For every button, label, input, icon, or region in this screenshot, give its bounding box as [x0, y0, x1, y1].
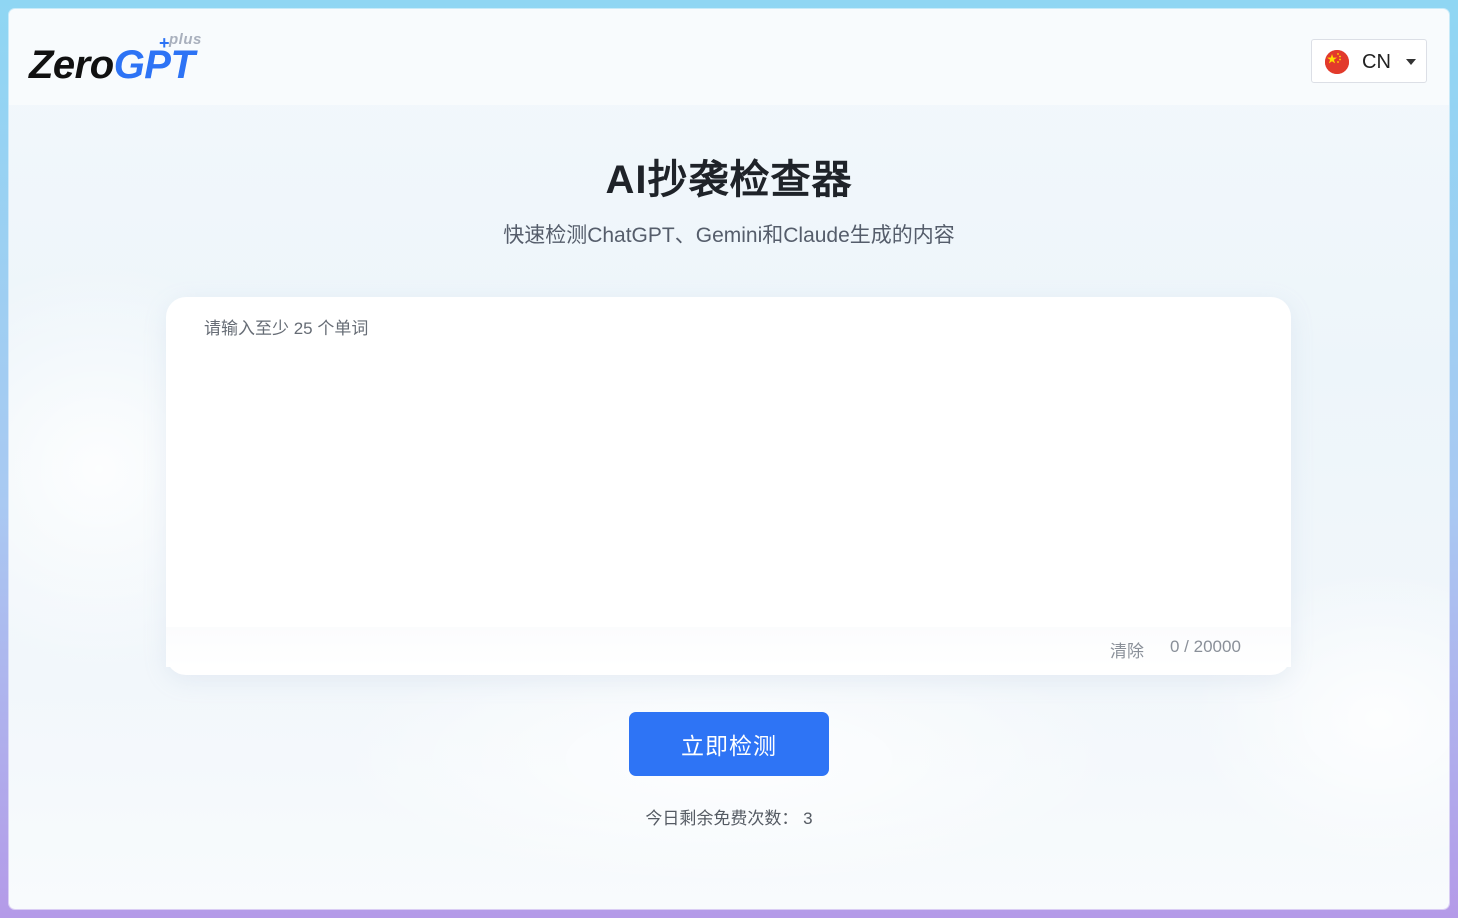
page-title: AI抄袭检查器 — [605, 158, 853, 202]
clear-button[interactable]: 清除 — [1110, 637, 1144, 662]
chevron-down-icon — [1406, 59, 1416, 65]
language-label: CN — [1362, 51, 1391, 73]
logo-zero-text: Zero — [29, 43, 114, 87]
detect-now-button[interactable]: 立即检测 — [629, 712, 829, 776]
page-subtitle: 快速检测ChatGPT、Gemini和Claude生成的内容 — [503, 224, 955, 247]
editor-footer: 清除 0 / 20000 — [166, 627, 1291, 667]
china-flag-icon — [1325, 50, 1349, 74]
text-input[interactable] — [190, 317, 1280, 617]
zerogpt-plus-logo[interactable]: + plus ZeroGPT — [29, 31, 229, 91]
top-header: + plus ZeroGPT CN — [9, 9, 1449, 105]
remaining-free-uses: 今日剩余免费次数： 3 — [645, 809, 813, 828]
text-input-card: 清除 0 / 20000 — [166, 297, 1291, 675]
language-selector[interactable]: CN — [1311, 39, 1427, 83]
character-counter: 0 / 20000 — [1170, 637, 1241, 656]
logo-wordmark: ZeroGPT — [29, 43, 195, 88]
app-window: + plus ZeroGPT CN AI抄袭检查器 快速检测ChatGPT、Ge… — [9, 9, 1449, 909]
logo-gpt-text: GPT — [113, 43, 195, 87]
